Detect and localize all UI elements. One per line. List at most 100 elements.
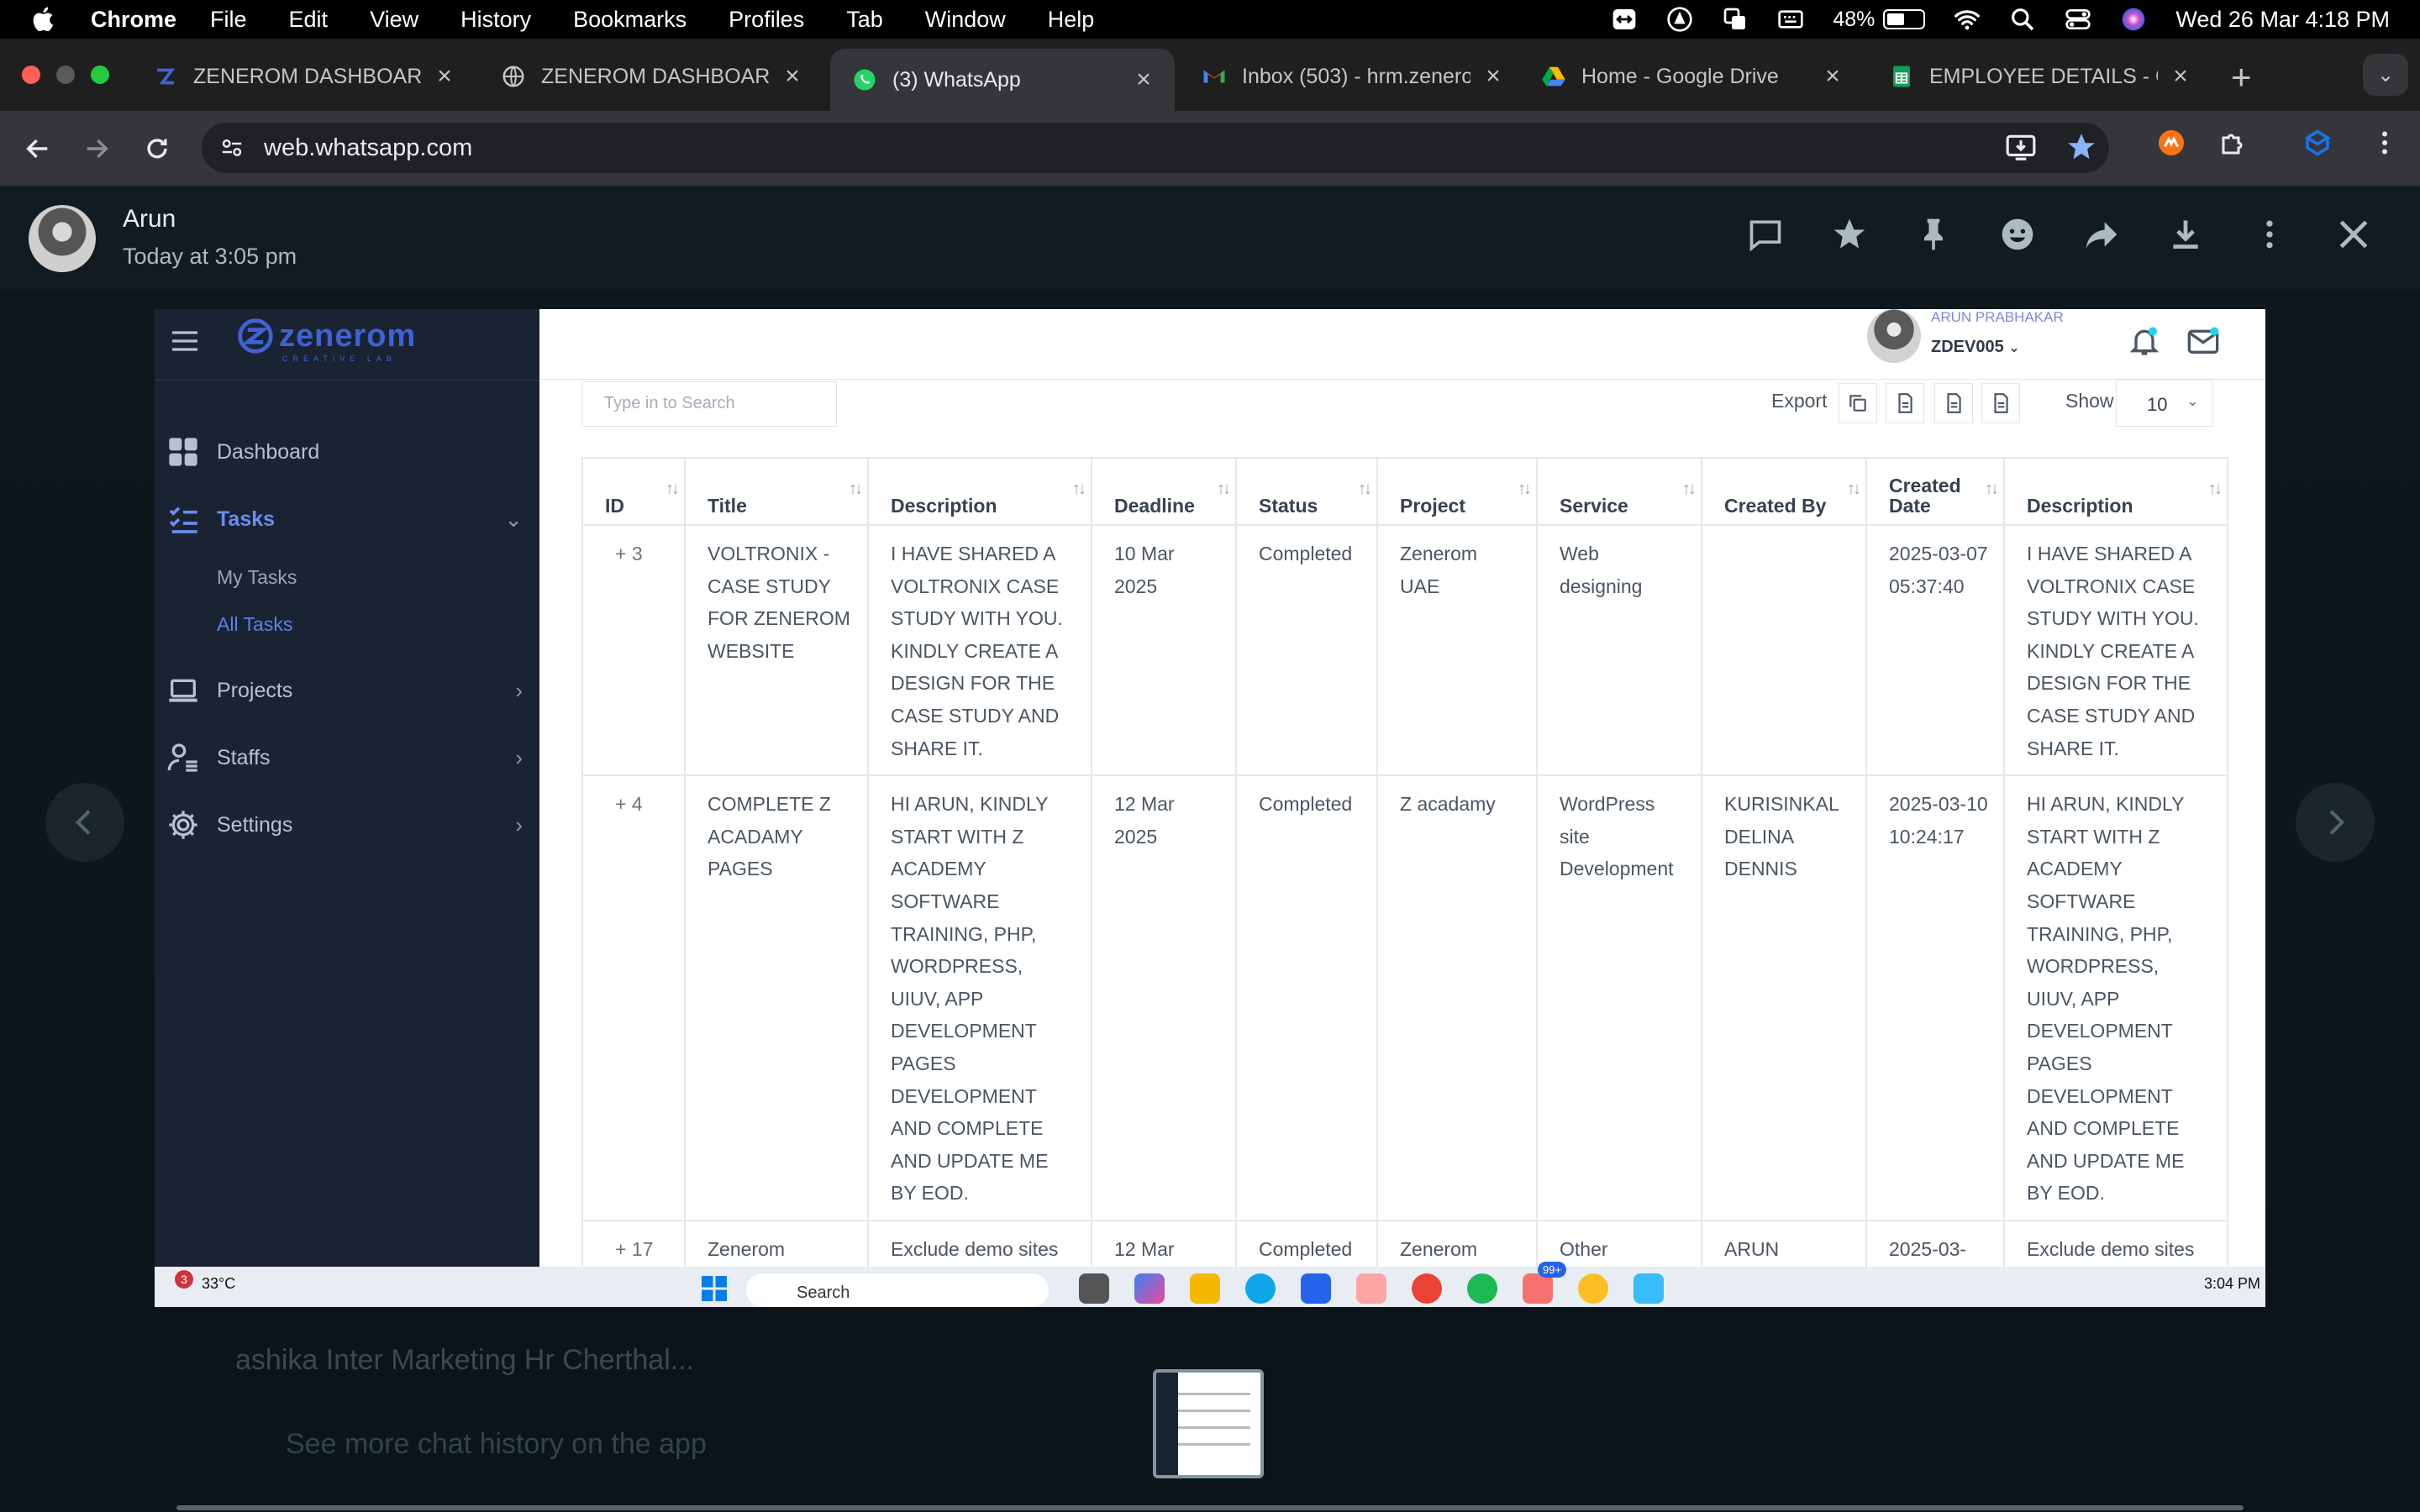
- user-id-dropdown[interactable]: ZDEV005 ⌄: [1931, 338, 2020, 357]
- column-header-created-by[interactable]: Created By ↑↓: [1701, 457, 1867, 526]
- column-header-created-date[interactable]: Created Date ↑↓: [1865, 457, 2005, 526]
- store-icon[interactable]: [1301, 1273, 1331, 1304]
- previous-media-button[interactable]: [45, 783, 124, 862]
- close-window-button[interactable]: [22, 66, 40, 84]
- chrome-taskbar-icon[interactable]: [1412, 1273, 1442, 1304]
- new-tab-button[interactable]: +: [2231, 57, 2252, 97]
- mail-icon[interactable]: [2185, 324, 2222, 358]
- copilot-icon[interactable]: [1134, 1273, 1165, 1304]
- column-header-deadline[interactable]: Deadline ↑↓: [1091, 457, 1237, 526]
- taskbar-search[interactable]: Search: [746, 1273, 1049, 1307]
- table-search-input[interactable]: Type in to Search: [581, 381, 837, 427]
- menu-bookmarks[interactable]: Bookmarks: [573, 7, 687, 33]
- excel-export-button[interactable]: [1934, 383, 1973, 423]
- wifi-icon[interactable]: [1954, 6, 1981, 33]
- forward-button[interactable]: [2082, 215, 2121, 254]
- next-media-button[interactable]: [2296, 783, 2375, 862]
- close-tab-icon[interactable]: ×: [1481, 62, 1506, 90]
- vpn-icon[interactable]: [1666, 6, 1693, 33]
- sidebar-item-tasks[interactable]: Tasks ⌄: [166, 502, 523, 536]
- star-button[interactable]: [1830, 215, 1869, 254]
- sidebar-subitem-all-tasks[interactable]: All Tasks: [217, 613, 292, 636]
- battery-indicator[interactable]: 48%: [1833, 8, 1926, 32]
- csv-export-button[interactable]: [1886, 383, 1924, 423]
- tab-whatsapp[interactable]: (3) WhatsApp ×: [830, 49, 1175, 111]
- apple-icon[interactable]: [30, 5, 59, 34]
- close-tab-icon[interactable]: ×: [432, 62, 457, 90]
- tab-gmail-inbox[interactable]: Inbox (503) - hrm.zenerom ×: [1180, 50, 1524, 102]
- extensions-button[interactable]: [2218, 128, 2249, 158]
- copy-export-button[interactable]: [1839, 383, 1877, 423]
- sidebar-item-dashboard[interactable]: Dashboard: [166, 435, 523, 469]
- cell-id[interactable]: + 4: [581, 774, 686, 1221]
- taskview-icon[interactable]: [1079, 1273, 1109, 1304]
- pdf-export-button[interactable]: [1981, 383, 2020, 423]
- media-thumbnail[interactable]: [1153, 1369, 1264, 1478]
- close-tab-icon[interactable]: ×: [1131, 66, 1156, 93]
- snipping-tool-icon[interactable]: [1356, 1273, 1386, 1304]
- address-bar[interactable]: web.whatsapp.com: [202, 123, 2109, 173]
- siri-icon[interactable]: [2120, 6, 2147, 33]
- menu-profiles[interactable]: Profiles: [729, 7, 804, 33]
- react-button[interactable]: [1998, 215, 2037, 254]
- column-header-description-2[interactable]: Description ↑↓: [2003, 457, 2228, 526]
- menu-window[interactable]: Window: [925, 7, 1006, 33]
- menubar-clock[interactable]: Wed 26 Mar 4:18 PM: [2175, 7, 2390, 33]
- reload-button[interactable]: [136, 128, 178, 170]
- windows-start-icon[interactable]: [697, 1273, 731, 1304]
- site-info-icon[interactable]: [215, 131, 249, 165]
- more-options-button[interactable]: [2250, 215, 2289, 254]
- menu-app-name[interactable]: Chrome: [91, 7, 176, 33]
- horizontal-scrollbar[interactable]: [176, 1505, 2244, 1510]
- sidebar-item-settings[interactable]: Settings ›: [166, 808, 523, 842]
- close-viewer-button[interactable]: [2334, 215, 2373, 254]
- notification-bell-icon[interactable]: [2128, 324, 2161, 358]
- menu-tab[interactable]: Tab: [846, 7, 883, 33]
- spotify-icon[interactable]: [1467, 1273, 1497, 1304]
- chrome-app-icon[interactable]: [1578, 1273, 1608, 1304]
- profile-extension[interactable]: [2302, 128, 2333, 158]
- maximize-window-button[interactable]: [91, 66, 109, 84]
- back-button[interactable]: [17, 128, 59, 170]
- cell-id[interactable]: + 3: [581, 523, 686, 777]
- close-tab-icon[interactable]: ×: [780, 62, 805, 90]
- taskbar-clock[interactable]: 3:04 PM: [2204, 1275, 2260, 1293]
- sidebar-subitem-my-tasks[interactable]: My Tasks: [217, 566, 297, 589]
- close-tab-icon[interactable]: ×: [2168, 62, 2193, 90]
- install-app-icon[interactable]: [2005, 131, 2037, 167]
- menu-history[interactable]: History: [460, 7, 531, 33]
- keyboard-layout-icon[interactable]: [1777, 6, 1804, 33]
- download-button[interactable]: [2166, 215, 2205, 254]
- pin-button[interactable]: [1914, 215, 1953, 254]
- copy-app-icon[interactable]: [1722, 6, 1749, 33]
- go-to-message-button[interactable]: [1746, 215, 1785, 254]
- table-row[interactable]: + 4 COMPLETE Z ACADAMY PAGES HI ARUN, KI…: [581, 774, 2228, 1221]
- menu-help[interactable]: Help: [1048, 7, 1095, 33]
- show-entries-select[interactable]: 10 ⌄: [2116, 380, 2213, 427]
- hamburger-menu-icon[interactable]: [168, 324, 202, 358]
- spotlight-search-icon[interactable]: [2009, 6, 2036, 33]
- tab-zenerom-dashboard-2[interactable]: ZENEROM DASHBOARD ×: [479, 50, 823, 102]
- edge-icon[interactable]: [1245, 1273, 1276, 1304]
- column-header-status[interactable]: Status ↑↓: [1235, 457, 1378, 526]
- user-avatar[interactable]: [1867, 309, 1921, 363]
- column-header-description[interactable]: Description ↑↓: [867, 457, 1092, 526]
- column-header-service[interactable]: Service ↑↓: [1536, 457, 1702, 526]
- chrome-menu-button[interactable]: [2370, 128, 2400, 158]
- control-center-icon[interactable]: [2065, 6, 2091, 33]
- forward-button[interactable]: [76, 128, 118, 170]
- minimize-window-button[interactable]: [56, 66, 75, 84]
- column-header-project[interactable]: Project ↑↓: [1376, 457, 1538, 526]
- chrome-profile-icon[interactable]: [1523, 1273, 1553, 1304]
- calculator-icon[interactable]: [1634, 1273, 1664, 1304]
- tab-google-drive[interactable]: Home - Google Drive ×: [1519, 50, 1864, 102]
- bookmark-star-icon[interactable]: [2065, 131, 2097, 167]
- extension-1[interactable]: [2156, 128, 2186, 158]
- sidebar-item-projects[interactable]: Projects ›: [166, 674, 523, 707]
- tab-zenerom-dashboard-1[interactable]: ZENEROM DASHBOARD ×: [131, 50, 476, 102]
- menu-file[interactable]: File: [210, 7, 247, 33]
- tab-employee-details[interactable]: EMPLOYEE DETAILS - G ×: [1867, 50, 2212, 102]
- tab-search-button[interactable]: ⌄: [2363, 54, 2408, 96]
- file-explorer-icon[interactable]: [1190, 1273, 1220, 1304]
- screen-share-icon[interactable]: [1611, 6, 1638, 33]
